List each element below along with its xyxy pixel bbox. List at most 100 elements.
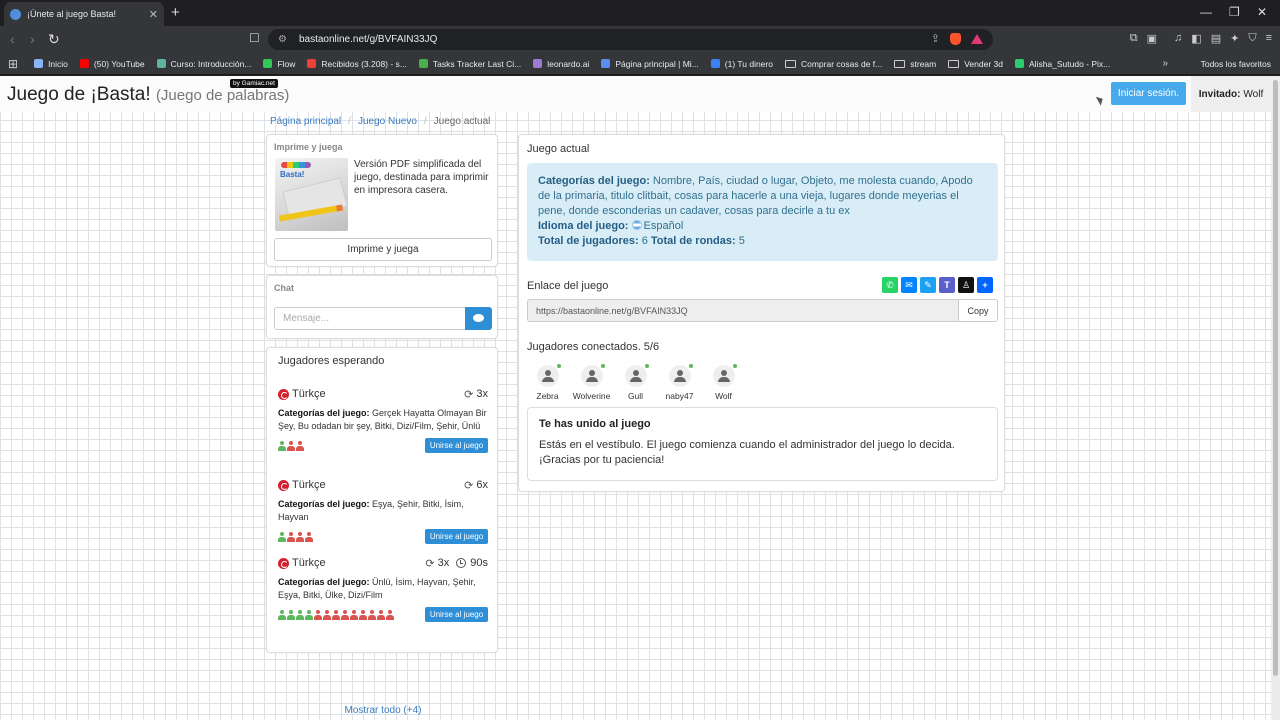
media-icon[interactable]: ♫ bbox=[1174, 32, 1182, 45]
new-tab-icon[interactable]: + bbox=[171, 4, 180, 21]
gamiac-badge[interactable]: by Gamiac.net bbox=[230, 79, 278, 88]
player-slot-icon bbox=[287, 440, 295, 451]
print-description: Versión PDF simplificada del juego, dest… bbox=[354, 159, 489, 196]
close-window-icon[interactable]: ✕ bbox=[1257, 5, 1267, 19]
reader-mode-icon[interactable]: ▣ bbox=[1147, 32, 1157, 45]
guest-label: Invitado: bbox=[1198, 88, 1241, 100]
breadcrumb-new-game[interactable]: Juego Nuevo bbox=[358, 116, 417, 127]
bookmark-item[interactable]: Comprar cosas de f... bbox=[784, 59, 882, 69]
apps-grid-icon[interactable]: ⊞ bbox=[8, 57, 18, 71]
game-language: Türkçe bbox=[292, 479, 326, 491]
print-game-image[interactable]: Basta! bbox=[275, 158, 348, 231]
brave-rewards-icon[interactable] bbox=[971, 33, 983, 44]
connected-player[interactable]: Gull bbox=[619, 364, 652, 401]
game-rounds: ⟳ 3x 90s bbox=[425, 557, 488, 570]
bookmark-favicon-icon bbox=[156, 59, 166, 68]
messenger-icon[interactable]: ✉ bbox=[901, 277, 917, 293]
wallet-icon[interactable]: ▤ bbox=[1211, 32, 1221, 45]
show-all-link[interactable]: Mostrar todo (+4) bbox=[267, 705, 499, 716]
brave-shields-icon[interactable] bbox=[950, 32, 961, 45]
back-icon[interactable]: ‹ bbox=[10, 31, 15, 47]
teams-icon[interactable]: T bbox=[939, 277, 955, 293]
language-value: Español bbox=[643, 220, 684, 232]
bookmark-icon[interactable]: ☐ bbox=[249, 31, 260, 45]
share-icon[interactable]: ⇪ bbox=[931, 32, 940, 45]
sidebar-icon[interactable]: ◧ bbox=[1191, 32, 1201, 45]
chat-bubble-icon bbox=[473, 314, 484, 322]
folder-icon bbox=[784, 59, 796, 68]
whatsapp-icon[interactable]: ✆ bbox=[882, 277, 898, 293]
reload-icon[interactable]: ↻ bbox=[48, 31, 60, 48]
bookmark-item[interactable]: (1) Tu dinero bbox=[710, 59, 773, 69]
bookmark-item[interactable]: Recibidos (3.208) - s... bbox=[307, 59, 407, 69]
chat-message-input[interactable] bbox=[274, 307, 466, 330]
join-game-button[interactable]: Unirse al juego bbox=[425, 438, 488, 453]
twitter-icon[interactable]: ✎ bbox=[920, 277, 936, 293]
page-scrollbar[interactable] bbox=[1271, 76, 1280, 720]
bookmark-item[interactable]: Inicio bbox=[34, 59, 68, 69]
bookmark-label: Tasks Tracker Last Ci... bbox=[432, 58, 522, 69]
maximize-icon[interactable]: ❐ bbox=[1229, 5, 1240, 19]
bookmark-item[interactable]: Alisha_Sutudo - Pix... bbox=[1015, 59, 1110, 69]
bookmarks-bar: ⊞ Inicio (50) YouTube Curso: Introducción.… bbox=[0, 53, 1280, 75]
print-and-play-button[interactable]: Imprime y juega bbox=[274, 238, 492, 261]
leo-ai-icon[interactable]: ✦ bbox=[1230, 32, 1239, 45]
bookmark-item[interactable]: Curso: Introducción... bbox=[156, 59, 251, 69]
more-bookmarks-icon[interactable]: » bbox=[1162, 58, 1168, 69]
chat-send-button[interactable] bbox=[465, 307, 492, 330]
game-link-label: Enlace del juego bbox=[527, 280, 609, 292]
game-categories: Categorías del juego: Ünlü, İsim, Hayvan… bbox=[278, 576, 488, 602]
login-button[interactable]: Iniciar sesión. bbox=[1111, 82, 1186, 105]
game-link-field[interactable] bbox=[527, 299, 959, 322]
player-slot-icon bbox=[386, 609, 394, 620]
player-avatar bbox=[580, 364, 605, 387]
chat-title: Chat bbox=[274, 283, 294, 293]
menu-icon[interactable]: ≡ bbox=[1266, 32, 1272, 45]
bookmark-item[interactable]: (50) YouTube bbox=[79, 59, 145, 69]
online-indicator bbox=[644, 364, 649, 368]
join-game-button[interactable]: Unirse al juego bbox=[425, 607, 488, 622]
site-favicon-icon bbox=[10, 8, 21, 20]
scrollbar-thumb[interactable] bbox=[1273, 80, 1278, 676]
online-indicator bbox=[732, 364, 737, 368]
connected-player[interactable]: Wolverine bbox=[573, 364, 610, 401]
snapchat-icon[interactable]: ♙ bbox=[958, 277, 974, 293]
vpn-icon[interactable]: ⛉ bbox=[1248, 32, 1256, 45]
image-word: Basta! bbox=[280, 170, 305, 179]
copy-link-button[interactable]: Copy bbox=[958, 299, 998, 322]
address-bar[interactable]: ⚙ bastaonline.net/g/BVFAIN33JQ ⇪ bbox=[268, 29, 993, 50]
join-game-button[interactable]: Unirse al juego bbox=[425, 529, 488, 544]
extensions-icon[interactable]: ⧉ bbox=[1130, 32, 1138, 45]
bookmark-label: Alisha_Sutudo - Pix... bbox=[1029, 58, 1111, 69]
more-share-icon[interactable]: + bbox=[977, 277, 993, 293]
online-indicator bbox=[688, 364, 693, 368]
rounds-icon: ⟳ bbox=[464, 388, 474, 401]
player-slot-icon bbox=[359, 609, 367, 620]
connected-player[interactable]: Zebra bbox=[531, 364, 564, 401]
forward-icon[interactable]: › bbox=[30, 31, 35, 47]
bookmark-item[interactable]: leonardo.ai bbox=[533, 59, 589, 69]
url-text: bastaonline.net/g/BVFAIN33JQ bbox=[298, 34, 438, 45]
bookmark-item[interactable]: Página principal | Mi... bbox=[601, 59, 699, 69]
game-rounds: ⟳ 3x bbox=[464, 388, 488, 401]
all-bookmarks-folder[interactable]: Todos los favoritos bbox=[1201, 59, 1271, 69]
guest-user-box[interactable]: Invitado: Wolf bbox=[1191, 76, 1271, 112]
connected-player[interactable]: naby47 bbox=[663, 364, 696, 401]
bookmark-item[interactable]: stream bbox=[894, 59, 936, 69]
bookmark-favicon-icon bbox=[1015, 59, 1024, 68]
minimize-icon[interactable]: — bbox=[1200, 5, 1212, 19]
connected-player[interactable]: Wolf bbox=[707, 364, 740, 401]
web-page: Juego de ¡Basta! (Juego de palabras) by … bbox=[0, 76, 1271, 720]
game-time: 90s bbox=[470, 557, 488, 569]
bookmark-label: Recibidos (3.208) - s... bbox=[321, 58, 407, 69]
tab-close-icon[interactable]: ✕ bbox=[149, 8, 158, 21]
bookmark-item[interactable]: Flow bbox=[263, 59, 295, 69]
bookmark-item[interactable]: Vender 3d bbox=[948, 59, 1003, 69]
breadcrumb-home[interactable]: Página principal bbox=[270, 116, 341, 127]
site-info-icon[interactable]: ⚙ bbox=[278, 34, 287, 45]
browser-tab-strip: ¡Únete al juego Basta! ✕ + — ❐ ✕ bbox=[0, 0, 1280, 26]
browser-tab[interactable]: ¡Únete al juego Basta! ✕ bbox=[4, 2, 164, 26]
bookmark-item[interactable]: Tasks Tracker Last Ci... bbox=[418, 58, 522, 69]
current-game-title: Juego actual bbox=[527, 143, 590, 155]
player-avatar bbox=[536, 364, 561, 387]
